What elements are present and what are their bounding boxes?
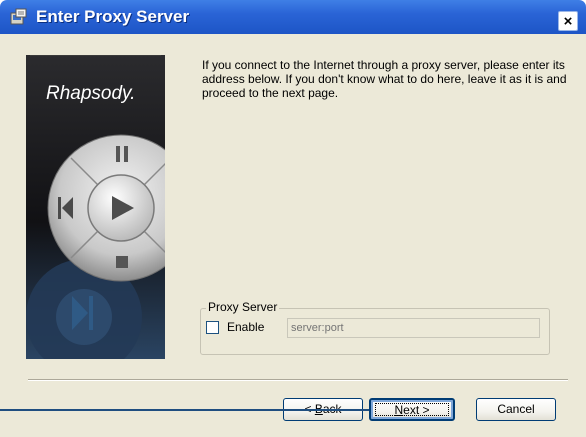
enable-checkbox[interactable]	[206, 321, 219, 334]
stop-icon	[116, 256, 128, 268]
intro-text: If you connect to the Internet through a…	[202, 58, 567, 100]
pause-icon	[116, 146, 128, 162]
enable-label[interactable]: Enable	[227, 320, 264, 334]
focus-rect	[375, 403, 449, 416]
window-title: Enter Proxy Server	[36, 7, 190, 26]
close-button[interactable]: ×	[558, 11, 578, 31]
rhapsody-logo: Rhapsody.	[46, 83, 136, 104]
previous-track-icon	[58, 197, 73, 219]
separator	[28, 379, 568, 381]
proxy-address-input[interactable]	[287, 318, 540, 338]
rhapsody-art-panel: Rhapsody.	[26, 55, 165, 359]
next-track-icon	[72, 296, 93, 330]
next-button[interactable]: Next >	[369, 398, 455, 421]
cancel-button[interactable]: Cancel	[476, 398, 556, 421]
play-icon	[112, 196, 134, 220]
proxy-server-legend: Proxy Server	[206, 300, 280, 314]
close-icon: ×	[563, 13, 573, 30]
title-bar: Enter Proxy Server ×	[0, 0, 586, 34]
setup-app-icon	[10, 8, 27, 25]
callout-line	[0, 409, 369, 411]
